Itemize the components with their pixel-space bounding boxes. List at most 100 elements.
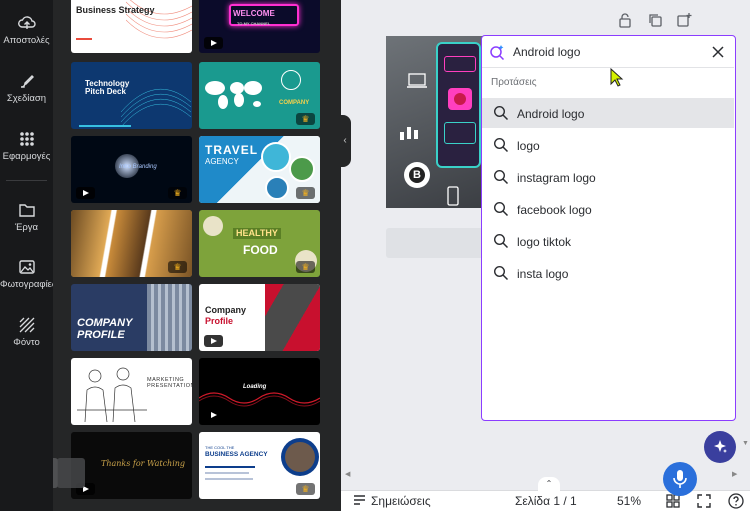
rail-item-uploads[interactable]: Αποστολές [0,14,53,46]
page-indicator[interactable]: Σελίδα 1 / 1 [515,494,577,508]
suggestion-text: Android logo [517,107,585,121]
lock-icon[interactable] [617,12,633,28]
smartphone-icon [447,186,459,206]
premium-crown-icon: ♛ [296,187,315,199]
suggestion-text: insta logo [517,267,569,281]
fullscreen-icon[interactable] [697,494,711,508]
template-title: Thanks for Watching [101,459,186,468]
premium-crown-icon: ♛ [296,113,315,125]
add-page-icon[interactable] [676,12,692,28]
template-title: Business Strategy [76,5,155,15]
photo-icon [18,260,35,274]
premium-crown-icon: ♛ [296,261,315,273]
suggestion-item[interactable]: logo [482,130,734,160]
suggestion-item[interactable]: Android logo [482,98,734,128]
text-line [205,466,255,468]
template-card[interactable]: Thanks for Watching [71,432,192,499]
rail-item-design[interactable]: Σχεδίαση [0,72,53,104]
folder-icon [18,204,35,217]
search-icon [493,137,509,153]
laptop-icon [407,73,427,88]
video-badge-icon [204,37,223,49]
suggestion-item[interactable]: facebook logo [482,194,734,224]
suggestions-label: Προτάσεις [491,77,537,88]
duplicate-icon[interactable] [647,12,663,28]
left-rail: Αποστολές Σχεδίαση Εφαρμογές Έργα Φωτογρ… [0,0,53,511]
scroll-left-arrow[interactable]: ◀ [345,470,350,478]
template-title: Loading [243,384,267,390]
template-subtitle: AGENCY [205,157,239,166]
search-dropdown: Προτάσεις Android logo logo instagram lo… [481,35,736,421]
template-card[interactable]: COMPANY PROFILE [71,284,192,351]
grid-view-icon[interactable] [666,494,680,508]
zoom-level[interactable]: 51% [617,494,641,508]
template-card[interactable]: COMPANY ♛ [199,62,320,129]
rail-item-projects[interactable]: Έργα [0,201,53,233]
play-dot [454,93,466,105]
search-icon [493,265,509,281]
suggestion-item[interactable]: insta logo [482,258,734,288]
rail-label: Σχεδίαση [6,93,47,104]
background-hatch-icon [19,317,34,333]
help-icon[interactable] [728,493,744,509]
search-icon [493,105,509,121]
suggestion-text: logo [517,139,540,153]
video-badge-icon [76,187,95,199]
scroll-right-arrow[interactable]: ▶ [732,470,737,478]
rail-divider [6,180,47,181]
notes-button[interactable]: Σημειώσεις [371,494,431,508]
candlestick-icon [400,127,418,140]
rail-label: Αποστολές [3,35,50,46]
mouse-cursor-icon [610,68,624,87]
template-card[interactable]: Loading [199,358,320,425]
world-map-art [205,81,262,109]
search-icon [493,233,509,249]
photo-circle [285,442,315,472]
suggestion-text: logo tiktok [517,235,572,249]
template-title: Technology Pitch Deck [85,79,130,97]
template-card[interactable]: MARKETING PRESENTATION [71,358,192,425]
template-card[interactable]: HEALTHY FOOD ♛ [199,210,320,277]
expand-pages-button[interactable]: ⌃ [538,477,560,491]
suggestion-item[interactable]: logo tiktok [482,226,734,256]
collapse-panel-button[interactable]: ‹ [339,115,351,167]
text-line [205,478,253,480]
neon-box [444,56,476,72]
template-card[interactable]: Intro Branding ♛ [71,136,192,203]
sparkle-icon [714,440,727,453]
premium-crown-icon: ♛ [296,483,315,495]
magic-assistant-button[interactable] [704,431,736,463]
template-title: COMPANY [279,100,310,106]
template-card[interactable]: Technology Pitch Deck [71,62,192,129]
suggestion-item[interactable]: instagram logo [482,162,734,192]
design-page[interactable]: B [386,36,496,208]
accent-line [79,125,131,127]
rail-label: Φωτογραφίες [0,279,53,290]
rail-item-photos[interactable]: Φωτογραφίες [0,258,53,290]
magic-search-icon [490,45,505,60]
apps-grid-icon [19,132,34,146]
add-page-bar[interactable] [386,228,496,258]
template-card[interactable]: TRAVEL AGENCY ♛ [199,136,320,203]
rail-label: Εφαρμογές [2,151,51,162]
template-card[interactable]: Company Profile [199,284,320,351]
close-icon[interactable] [711,45,725,59]
scroll-down-arrow[interactable]: ▼ [742,440,749,447]
template-card[interactable]: WELCOME TO MY CHANNEL [199,0,320,53]
template-title: Intro Branding [119,164,157,170]
search-row [482,36,734,68]
template-card[interactable]: ♛ [71,210,192,277]
search-input[interactable] [513,44,693,60]
premium-crown-icon: ♛ [168,261,187,273]
building-photo [147,284,192,351]
template-card[interactable]: THE COOL THE BUSINESS AGENCY ♛ [199,432,320,499]
voice-input-button[interactable] [663,462,697,496]
template-card[interactable]: Business Strategy [71,0,192,53]
template-title: TRAVEL [205,143,259,157]
rail-item-background[interactable]: Φόντο [0,316,53,348]
vertical-scrollbar[interactable]: ▼ [740,0,750,490]
rail-item-apps[interactable]: Εφαρμογές [0,130,53,162]
logo-circle [281,70,301,90]
photo-circle [265,176,289,200]
suggestion-text: instagram logo [517,171,596,185]
